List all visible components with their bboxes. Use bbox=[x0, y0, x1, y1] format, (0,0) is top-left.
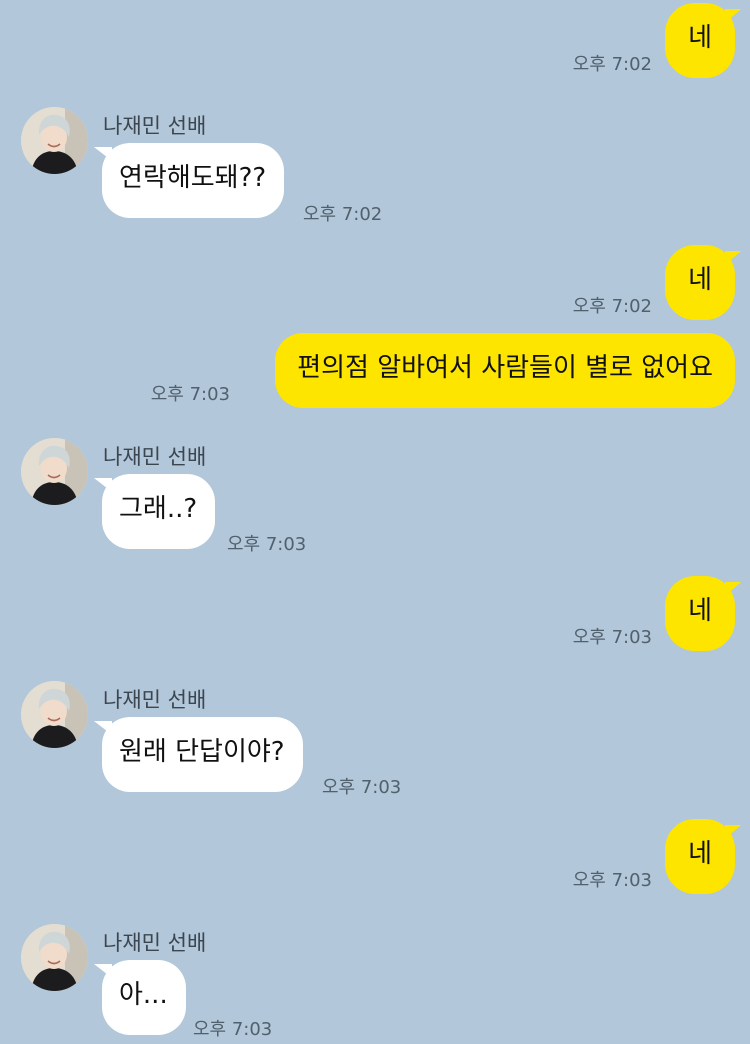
message-row-incoming: 나재민 선배 연락해도돼?? 오후 7:02 bbox=[0, 107, 750, 225]
sender-name: 나재민 선배 bbox=[103, 931, 207, 955]
message-row-incoming: 나재민 선배 원래 단답이야? 오후 7:03 bbox=[0, 681, 750, 798]
message-time: 오후 7:03 bbox=[572, 627, 652, 648]
message-row-outgoing: 편의점 알바여서 사람들이 별로 없어요 오후 7:03 bbox=[0, 333, 750, 408]
message-row-incoming: 나재민 선배 아... 오후 7:03 bbox=[0, 924, 750, 1040]
message-time: 오후 7:03 bbox=[572, 870, 652, 891]
outgoing-bubble[interactable]: 네 bbox=[665, 819, 735, 894]
avatar-image bbox=[21, 438, 88, 505]
outgoing-bubble[interactable]: 네 bbox=[665, 576, 735, 651]
sender-avatar[interactable] bbox=[21, 924, 88, 991]
avatar-image bbox=[21, 924, 88, 991]
message-time: 오후 7:02 bbox=[572, 54, 652, 75]
message-time: 오후 7:03 bbox=[150, 384, 230, 405]
chat-area[interactable]: 네 오후 7:02 나재민 선배 연락해도돼?? 오후 7:02 네 오후 7:… bbox=[0, 0, 750, 1044]
message-row-outgoing: 네 오후 7:02 bbox=[0, 245, 750, 320]
message-time: 오후 7:03 bbox=[193, 1019, 273, 1040]
message-row-incoming: 나재민 선배 그래..? 오후 7:03 bbox=[0, 438, 750, 555]
sender-name: 나재민 선배 bbox=[103, 688, 207, 712]
message-time: 오후 7:03 bbox=[322, 777, 402, 798]
outgoing-bubble[interactable]: 네 bbox=[665, 3, 735, 78]
incoming-bubble[interactable]: 연락해도돼?? bbox=[102, 143, 285, 218]
sender-name: 나재민 선배 bbox=[103, 445, 207, 469]
sender-avatar[interactable] bbox=[21, 438, 88, 505]
sender-avatar[interactable] bbox=[21, 681, 88, 748]
outgoing-bubble[interactable]: 편의점 알바여서 사람들이 별로 없어요 bbox=[275, 333, 735, 408]
avatar-image bbox=[21, 681, 88, 748]
incoming-bubble[interactable]: 그래..? bbox=[102, 474, 216, 549]
sender-avatar[interactable] bbox=[21, 107, 88, 174]
outgoing-bubble[interactable]: 네 bbox=[665, 245, 735, 320]
incoming-bubble[interactable]: 아... bbox=[102, 960, 186, 1035]
message-row-outgoing: 네 오후 7:03 bbox=[0, 576, 750, 651]
sender-name: 나재민 선배 bbox=[103, 114, 207, 138]
message-row-outgoing: 네 오후 7:02 bbox=[0, 3, 750, 78]
incoming-bubble[interactable]: 원래 단답이야? bbox=[102, 717, 303, 792]
message-time: 오후 7:02 bbox=[303, 204, 383, 225]
message-time: 오후 7:02 bbox=[572, 296, 652, 317]
message-row-outgoing: 네 오후 7:03 bbox=[0, 819, 750, 894]
avatar-image bbox=[21, 107, 88, 174]
message-time: 오후 7:03 bbox=[227, 534, 307, 555]
